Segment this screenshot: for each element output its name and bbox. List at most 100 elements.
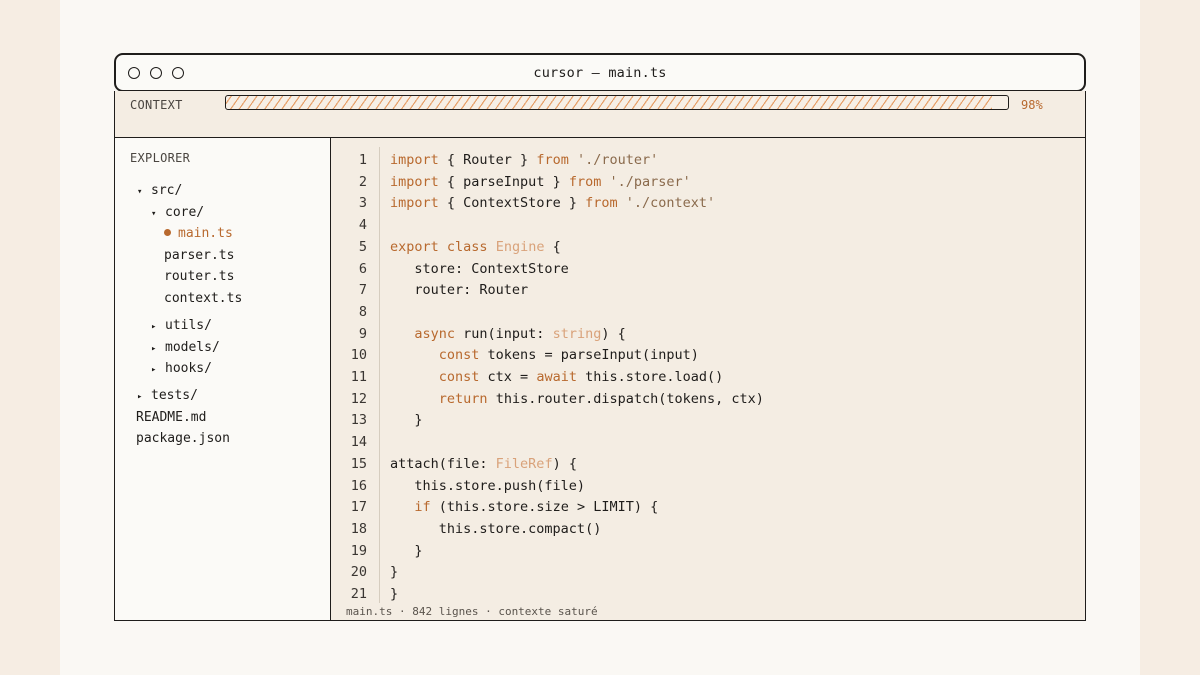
code-token: from — [568, 173, 602, 190]
code-token: return — [438, 390, 488, 407]
line-number: 16 — [350, 477, 367, 494]
code-token: FileRef — [495, 455, 553, 472]
line-number: 5 — [358, 238, 367, 255]
tree-file[interactable]: parser.ts — [164, 248, 234, 263]
code-token: './context' — [625, 195, 716, 212]
code-token: './router' — [576, 152, 659, 168]
line-number: 10 — [350, 347, 367, 364]
code-line: router: Router — [390, 282, 528, 298]
code-token: export class — [390, 238, 488, 255]
tree-folder[interactable]: ▸ hooks/ — [151, 361, 212, 376]
line-number: 6 — [358, 260, 367, 277]
tree-item-label: core/ — [165, 205, 205, 220]
code-token: this.store.compact() — [390, 520, 602, 537]
code-token: import — [390, 195, 439, 212]
tree-folder[interactable]: ▸ utils/ — [151, 318, 212, 333]
caret-right-icon: ▸ — [151, 344, 157, 354]
code-token: ) { — [552, 455, 577, 472]
code-token: { — [544, 238, 561, 255]
line-number: 8 — [358, 303, 367, 320]
code-token: this.store.load() — [576, 369, 724, 385]
code-token: from — [585, 195, 618, 212]
line-number: 7 — [358, 282, 367, 299]
tree-folder[interactable]: ▸ tests/ — [137, 388, 198, 403]
code-line: } — [390, 542, 423, 559]
title-bar: cursor — main.ts — [114, 53, 1086, 92]
code-line: const tokens = parseInput(input) — [390, 347, 699, 363]
tree-folder[interactable]: ▸ models/ — [151, 340, 220, 355]
tree-item-label: tests/ — [151, 388, 198, 403]
code-token: const — [438, 347, 480, 364]
code-token: } — [390, 542, 423, 559]
line-number: 17 — [350, 499, 367, 516]
line-number: 15 — [350, 455, 367, 472]
code-token: Engine — [495, 238, 545, 255]
code-line: store: ContextStore — [390, 261, 568, 277]
explorer-sidebar: EXPLORER ▾ src/ ▾ core/main.ts parser.ts rout… — [114, 137, 330, 621]
line-number: 13 — [350, 412, 367, 429]
line-number: 4 — [358, 217, 367, 234]
code-token: await — [536, 369, 577, 385]
line-number: 14 — [350, 434, 367, 451]
code-token: { ContextStore } — [438, 195, 586, 212]
code-token: { Router } — [438, 152, 537, 168]
code-token: } — [390, 586, 399, 602]
gutter-divider — [379, 147, 380, 603]
tree-file[interactable]: README.md — [136, 410, 206, 425]
line-number: 1 — [358, 152, 367, 168]
caret-down-icon: ▾ — [137, 187, 143, 197]
caret-down-icon: ▾ — [151, 209, 157, 219]
tree-file[interactable]: router.ts — [164, 269, 234, 284]
line-number: 20 — [350, 564, 367, 581]
tree-item-label: README.md — [136, 410, 207, 425]
line-number: 2 — [358, 173, 367, 190]
code-token: { parseInput } — [438, 173, 569, 190]
line-number: 19 — [350, 542, 367, 559]
tree-file[interactable]: main.ts — [164, 226, 233, 241]
code-token: const — [438, 369, 480, 385]
tree-item-label: models/ — [165, 340, 220, 355]
caret-right-icon: ▸ — [151, 365, 157, 375]
code-token: from — [536, 152, 569, 168]
tree-item-label: router.ts — [164, 269, 235, 284]
line-number: 12 — [350, 390, 367, 407]
code-token: this.router.dispatch(tokens, ctx) — [487, 390, 764, 407]
context-label: CONTEXT — [130, 98, 183, 112]
tree-item-label: parser.ts — [164, 248, 235, 263]
context-usage-percent: 98% — [1021, 98, 1043, 112]
code-token: (this.store.size > LIMIT) { — [430, 499, 659, 516]
code-line: if (this.store.size > LIMIT) { — [390, 499, 658, 515]
code-token: './parser' — [609, 173, 691, 190]
tree-file[interactable]: context.ts — [164, 291, 242, 306]
code-token: ctx = — [479, 369, 537, 385]
line-number: 9 — [358, 325, 367, 342]
context-usage-fill — [226, 96, 993, 109]
tree-file[interactable]: package.json — [136, 431, 230, 446]
code-token: run(input: — [455, 325, 553, 342]
tree-folder[interactable]: ▾ src/ — [137, 183, 182, 198]
code-token: if — [414, 499, 431, 516]
tree-folder[interactable]: ▾ core/ — [151, 205, 204, 220]
tree-item-label: src/ — [151, 183, 183, 198]
code-line: return this.router.dispatch(tokens, ctx) — [390, 391, 764, 407]
code-token: router: Router — [390, 282, 529, 299]
code-token: } — [390, 412, 423, 429]
code-token: attach(file: — [390, 455, 496, 472]
line-number: 11 — [350, 369, 367, 385]
code-token: import — [390, 173, 439, 190]
code-editor[interactable]: 1 import { Router } from './router' 2 impor… — [330, 137, 1086, 621]
code-line: import { ContextStore } from './context' — [390, 195, 715, 211]
line-number: 3 — [358, 195, 367, 212]
tree-item-label: context.ts — [164, 291, 243, 306]
code-token: ) { — [601, 325, 626, 342]
tree-item-label: hooks/ — [165, 361, 212, 376]
status-bar: main.ts · 842 lignes · contexte saturé — [346, 605, 598, 618]
